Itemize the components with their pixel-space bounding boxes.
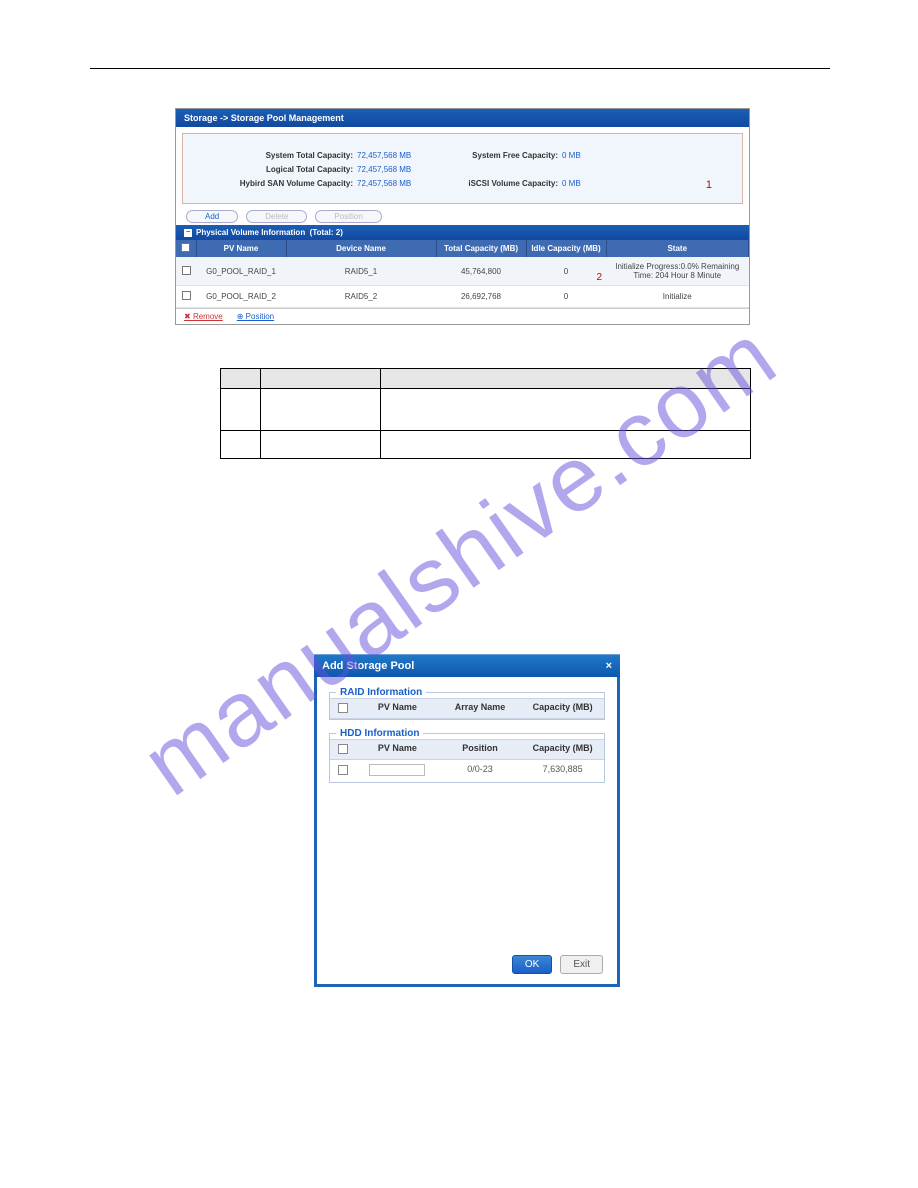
position-link[interactable]: Position [237,312,274,321]
iscsi-capacity-value: 0 MB [562,179,581,188]
hdd-capacity-value: 7,630,885 [521,760,604,782]
desc-row-1 [221,389,751,431]
hdd-col-pv: PV Name [356,740,439,759]
hdd-col-capacity: Capacity (MB) [521,740,604,759]
raid-legend: RAID Information [336,687,426,698]
collapse-icon[interactable]: − [184,229,192,237]
raid-information-fieldset: RAID Information PV Name Array Name Capa… [329,687,605,720]
callout-marker-2: 2 [596,272,602,283]
physical-volume-table: PV Name Device Name Total Capacity (MB) … [176,240,749,308]
col-state: State [606,240,749,257]
row-checkbox[interactable] [182,266,191,275]
pv-name-input[interactable] [369,764,425,776]
hdd-col-position: Position [439,740,522,759]
dialog-titlebar: Add Storage Pool × [314,655,620,677]
raid-col-pv: PV Name [356,699,439,718]
cell-pv-name: G0_POOL_RAID_1 [196,257,286,286]
table-header-row: PV Name Device Name Total Capacity (MB) … [176,240,749,257]
hybrid-san-capacity-value: 72,457,568 MB [357,179,447,188]
close-icon[interactable]: × [606,660,612,672]
raid-col-array: Array Name [439,699,522,718]
panel-title: Storage -> Storage Pool Management [176,109,749,127]
cell-total: 26,692,768 [436,286,526,308]
select-all-checkbox[interactable] [181,243,190,252]
col-total-capacity: Total Capacity (MB) [436,240,526,257]
col-pv-name: PV Name [196,240,286,257]
row-checkbox[interactable] [182,291,191,300]
col-device-name: Device Name [286,240,436,257]
desc-header-row [221,369,751,389]
page-divider [90,68,830,69]
add-tab[interactable]: Add [186,210,238,223]
remove-link[interactable]: Remove [184,312,223,321]
cell-idle: 0 2 [526,257,606,286]
logical-total-capacity-value: 72,457,568 MB [357,165,447,174]
hdd-row-checkbox[interactable] [338,765,348,775]
callout-marker-1: 1 [706,179,712,191]
system-total-capacity-label: System Total Capacity: [197,151,357,160]
hdd-legend: HDD Information [336,728,423,739]
position-tab[interactable]: Position [315,210,381,223]
physical-volume-section-header: − Physical Volume Information (Total: 2) [176,225,749,240]
desc-row-2 [221,431,751,459]
table-footer: Remove Position [176,308,749,324]
dialog-buttons: OK Exit [512,955,603,974]
cell-idle: 0 [526,286,606,308]
description-table [220,368,751,459]
section-total: (Total: 2) [310,228,343,237]
hdd-table-header: PV Name Position Capacity (MB) [330,739,604,760]
exit-button[interactable]: Exit [560,955,603,974]
dialog-title: Add Storage Pool [322,660,414,672]
raid-select-all-checkbox[interactable] [338,703,348,713]
hdd-position-value: 0/0-23 [439,760,522,782]
storage-pool-management-screenshot: Storage -> Storage Pool Management Syste… [175,108,750,325]
iscsi-capacity-label: iSCSI Volume Capacity: [447,179,562,188]
cell-device-name: RAID5_2 [286,286,436,308]
section-title: Physical Volume Information [196,228,305,237]
cell-pv-name: G0_POOL_RAID_2 [196,286,286,308]
logical-total-capacity-label: Logical Total Capacity: [197,165,357,174]
capacity-summary-box: System Total Capacity: 72,457,568 MB Sys… [182,133,743,204]
system-total-capacity-value: 72,457,568 MB [357,151,447,160]
add-storage-pool-dialog: Add Storage Pool × RAID Information PV N… [314,654,620,987]
hybrid-san-capacity-label: Hybird SAN Volume Capacity: [197,179,357,188]
ok-button[interactable]: OK [512,955,552,974]
system-free-capacity-label: System Free Capacity: [447,151,562,160]
cell-total: 45,764,800 [436,257,526,286]
hdd-information-fieldset: HDD Information PV Name Position Capacit… [329,728,605,783]
table-row: G0_POOL_RAID_2 RAID5_2 26,692,768 0 Init… [176,286,749,308]
action-tabs: Add Delete Position [186,210,739,223]
raid-table-header: PV Name Array Name Capacity (MB) [330,698,604,719]
raid-col-capacity: Capacity (MB) [521,699,604,718]
delete-tab[interactable]: Delete [246,210,307,223]
cell-state: Initialize Progress:0.0% Remaining Time:… [606,257,749,286]
cell-device-name: RAID5_1 [286,257,436,286]
table-row: G0_POOL_RAID_1 RAID5_1 45,764,800 0 2 In… [176,257,749,286]
hdd-select-all-checkbox[interactable] [338,744,348,754]
hdd-row: 0/0-23 7,630,885 [330,760,604,782]
cell-state: Initialize [606,286,749,308]
col-idle-capacity: Idle Capacity (MB) [526,240,606,257]
system-free-capacity-value: 0 MB [562,151,581,160]
